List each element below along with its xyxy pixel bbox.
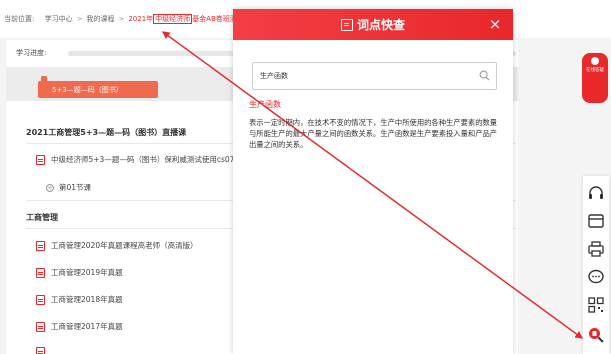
document-icon bbox=[36, 154, 45, 165]
list-item-label: 工商管理2018年真题 bbox=[51, 295, 123, 304]
online-qa-label: 在线答疑 bbox=[586, 68, 604, 73]
book-icon bbox=[340, 18, 353, 31]
qrcode-icon[interactable] bbox=[587, 296, 605, 314]
section-title-live-course: 2021工商管理5+3—题—码（图书）直播课 bbox=[26, 128, 187, 137]
headset-icon[interactable] bbox=[587, 184, 605, 202]
term-title: 生产函数 bbox=[249, 100, 281, 109]
window-icon[interactable] bbox=[587, 212, 605, 230]
document-icon bbox=[36, 347, 45, 354]
list-item[interactable]: 工商管理2019年真题 bbox=[36, 267, 123, 278]
list-item-label: 第01节课 bbox=[59, 183, 92, 192]
tab-notch bbox=[41, 76, 47, 98]
progress-row: 学习进度: bbox=[16, 48, 46, 58]
list-item[interactable]: + 第01节课 bbox=[46, 182, 91, 193]
close-icon[interactable]: × bbox=[487, 15, 503, 33]
breadcrumb-spacer bbox=[38, 15, 40, 23]
expand-plus-icon: + bbox=[46, 183, 54, 192]
side-toolbar bbox=[583, 176, 609, 354]
list-item[interactable]: 中级经济师5+3—题—码（图书）保利威测试使用cs0712 bbox=[36, 154, 244, 165]
breadcrumb-link-learning-center[interactable]: 学习中心 bbox=[45, 14, 73, 24]
chat-dot-icon bbox=[591, 57, 599, 65]
printer-icon[interactable] bbox=[587, 240, 605, 258]
dialog-title: 词点快查 bbox=[356, 18, 405, 32]
list-item[interactable]: 工商管理2020年真题课程高老师（高清版） bbox=[36, 240, 198, 251]
list-item-label: 工商管理2017年真题 bbox=[51, 322, 123, 331]
breadcrumb-separator: > bbox=[118, 15, 125, 23]
document-icon bbox=[36, 321, 45, 332]
lookup-icon[interactable] bbox=[587, 326, 605, 344]
word-lookup-dialog: 词点快查 × 生产函数 表示一定时期内，在技术不变的情况下，生产中所使用的各种生… bbox=[233, 9, 513, 354]
search-box bbox=[252, 62, 497, 90]
chat-icon[interactable] bbox=[587, 268, 605, 286]
breadcrumb-separator: > bbox=[76, 15, 83, 23]
document-icon bbox=[36, 240, 45, 251]
search-icon[interactable] bbox=[479, 70, 490, 81]
list-item[interactable]: 工商管理2017年真题 bbox=[36, 321, 123, 332]
online-qa-badge[interactable]: 在线答疑 bbox=[582, 53, 608, 103]
list-item-label: 工商管理2020年真题课程高老师（高清版） bbox=[51, 241, 198, 250]
dialog-header: 词点快查 bbox=[233, 9, 513, 40]
list-item-label: 工商管理2019年真题 bbox=[51, 268, 123, 277]
list-item-label: 中级经济师5+3—题—码（图书）保利威测试使用cs0712 bbox=[51, 155, 244, 164]
breadcrumb-location-label: 当前位置: bbox=[4, 15, 35, 23]
list-item[interactable] bbox=[36, 347, 51, 354]
progress-label: 学习进度: bbox=[16, 49, 47, 57]
book-tab-label: 5+3—题—码（图书） bbox=[52, 85, 123, 94]
breadcrumb-link-my-courses[interactable]: 我的课程 bbox=[86, 14, 114, 24]
document-icon bbox=[36, 267, 45, 278]
breadcrumb-highlight-box: 中级经济师 bbox=[153, 14, 193, 24]
search-input[interactable] bbox=[253, 63, 473, 89]
document-icon bbox=[36, 294, 45, 305]
section-title-business-admin: 工商管理 bbox=[26, 213, 58, 222]
book-tab-button[interactable]: 5+3—题—码（图书） bbox=[38, 76, 158, 98]
list-item[interactable]: 工商管理2018年真题 bbox=[36, 294, 123, 305]
term-description: 表示一定时期内，在技术不变的情况下，生产中所使用的各种生产要素的数量与所能生产的… bbox=[249, 118, 498, 149]
